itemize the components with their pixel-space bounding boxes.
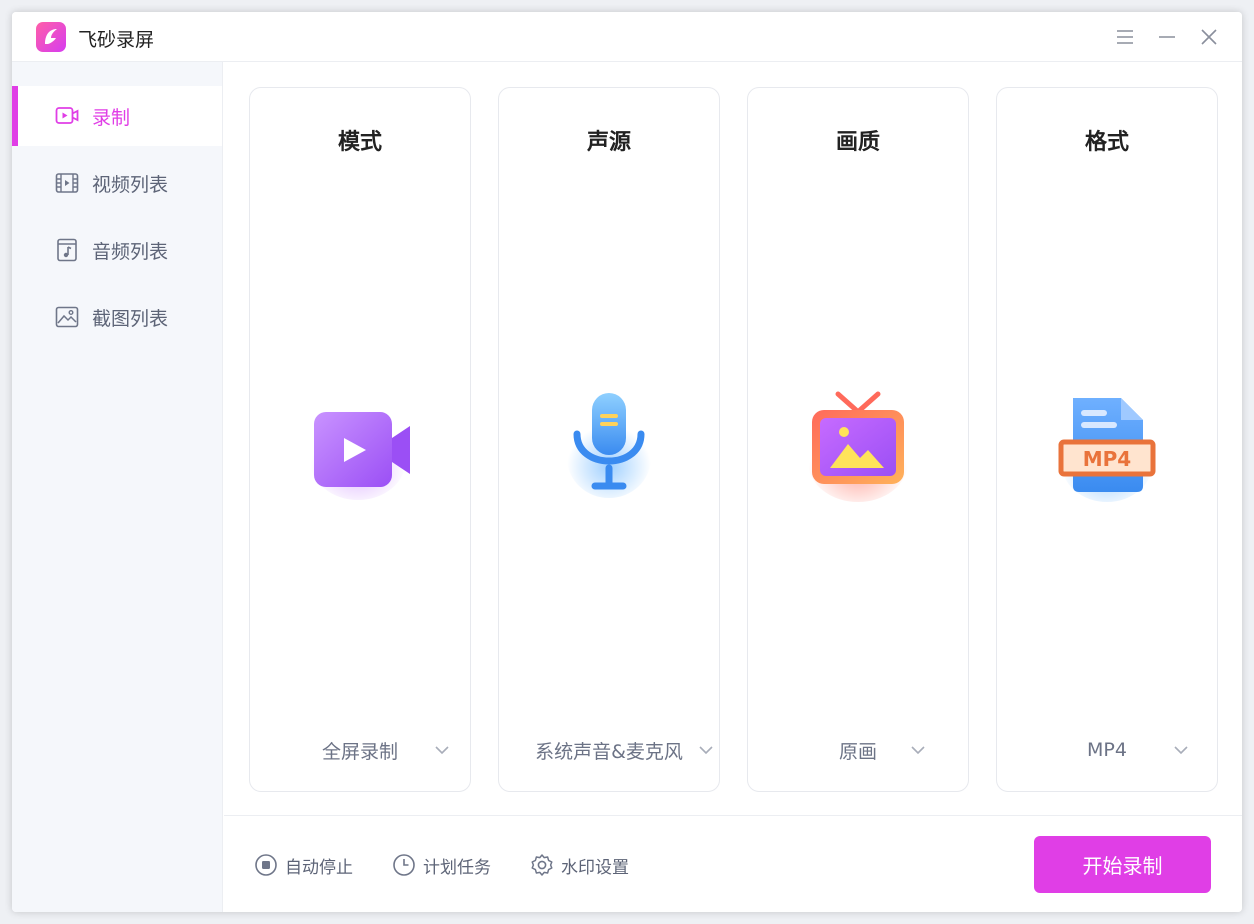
- auto-stop-label: 自动停止: [285, 857, 353, 878]
- gear-icon: [531, 854, 553, 876]
- sidebar-item-label: 截图列表: [92, 307, 169, 330]
- mp4-badge-text: MP4: [1083, 447, 1131, 471]
- image-icon: [54, 304, 80, 330]
- card-format: 格式 MP4 MP4: [996, 87, 1218, 792]
- minimize-button[interactable]: [1154, 24, 1180, 50]
- start-recording-button[interactable]: 开始录制: [1034, 836, 1211, 893]
- title-bar: 飞砂录屏: [12, 12, 1242, 62]
- audio-source-select[interactable]: 系统声音&麦克风: [499, 736, 719, 764]
- app-logo-icon: [36, 22, 66, 52]
- chevron-down-icon: [435, 746, 449, 755]
- sidebar-item-label: 视频列表: [92, 173, 169, 196]
- card-title: 模式: [337, 130, 382, 155]
- watermark-label: 水印设置: [561, 857, 629, 878]
- minimize-icon: [1159, 36, 1175, 38]
- sidebar-item-screenshot-list[interactable]: 截图列表: [12, 287, 222, 347]
- mode-select[interactable]: 全屏录制: [250, 736, 470, 764]
- sidebar-item-video-list[interactable]: 视频列表: [12, 153, 222, 213]
- menu-button[interactable]: [1112, 24, 1138, 50]
- app-title: 飞砂录屏: [78, 29, 155, 51]
- mp4-file-icon: MP4: [1047, 388, 1167, 508]
- sidebar-item-label: 音频列表: [92, 240, 169, 263]
- card-mode: 模式 全屏录制: [249, 87, 471, 792]
- audio-source-value: 系统声音&麦克风: [535, 740, 683, 763]
- chevron-down-icon: [699, 746, 713, 755]
- chevron-down-icon: [1174, 746, 1188, 755]
- sidebar: 录制 视频列表 音频列表 截图列表: [12, 62, 223, 912]
- film-icon: [54, 170, 80, 196]
- chevron-down-icon: [911, 746, 925, 755]
- card-audio-source: 声源 系统声音&麦克风: [498, 87, 720, 792]
- sidebar-item-label: 录制: [92, 106, 131, 129]
- card-quality: 画质 原画: [747, 87, 969, 792]
- stop-circle-icon: [255, 854, 277, 876]
- schedule-label: 计划任务: [423, 857, 491, 878]
- music-file-icon: [54, 237, 80, 263]
- app-window: 飞砂录屏 录制 视频列表 音频列表 截图列表 模式 全屏录制 声源 系统声音&麦…: [12, 12, 1242, 912]
- microphone-icon: [549, 388, 669, 508]
- schedule-button[interactable]: 计划任务: [392, 852, 491, 878]
- video-record-icon: [54, 103, 80, 129]
- bottom-toolbar: 自动停止 计划任务 水印设置 开始录制: [224, 815, 1242, 912]
- quality-select[interactable]: 原画: [748, 736, 968, 764]
- card-title: 画质: [835, 130, 880, 155]
- watermark-button[interactable]: 水印设置: [530, 852, 629, 878]
- quality-value: 原画: [838, 740, 877, 763]
- tv-image-icon: [798, 388, 918, 508]
- close-button[interactable]: [1196, 24, 1222, 50]
- card-title: 格式: [1084, 130, 1129, 155]
- sidebar-item-record[interactable]: 录制: [12, 86, 222, 146]
- menu-icon: [1117, 30, 1133, 44]
- sidebar-item-audio-list[interactable]: 音频列表: [12, 220, 222, 280]
- auto-stop-button[interactable]: 自动停止: [254, 852, 353, 878]
- close-icon: [1201, 29, 1217, 45]
- format-select[interactable]: MP4: [997, 736, 1217, 764]
- card-title: 声源: [586, 130, 631, 155]
- clock-icon: [393, 854, 415, 876]
- video-camera-icon: [300, 388, 420, 508]
